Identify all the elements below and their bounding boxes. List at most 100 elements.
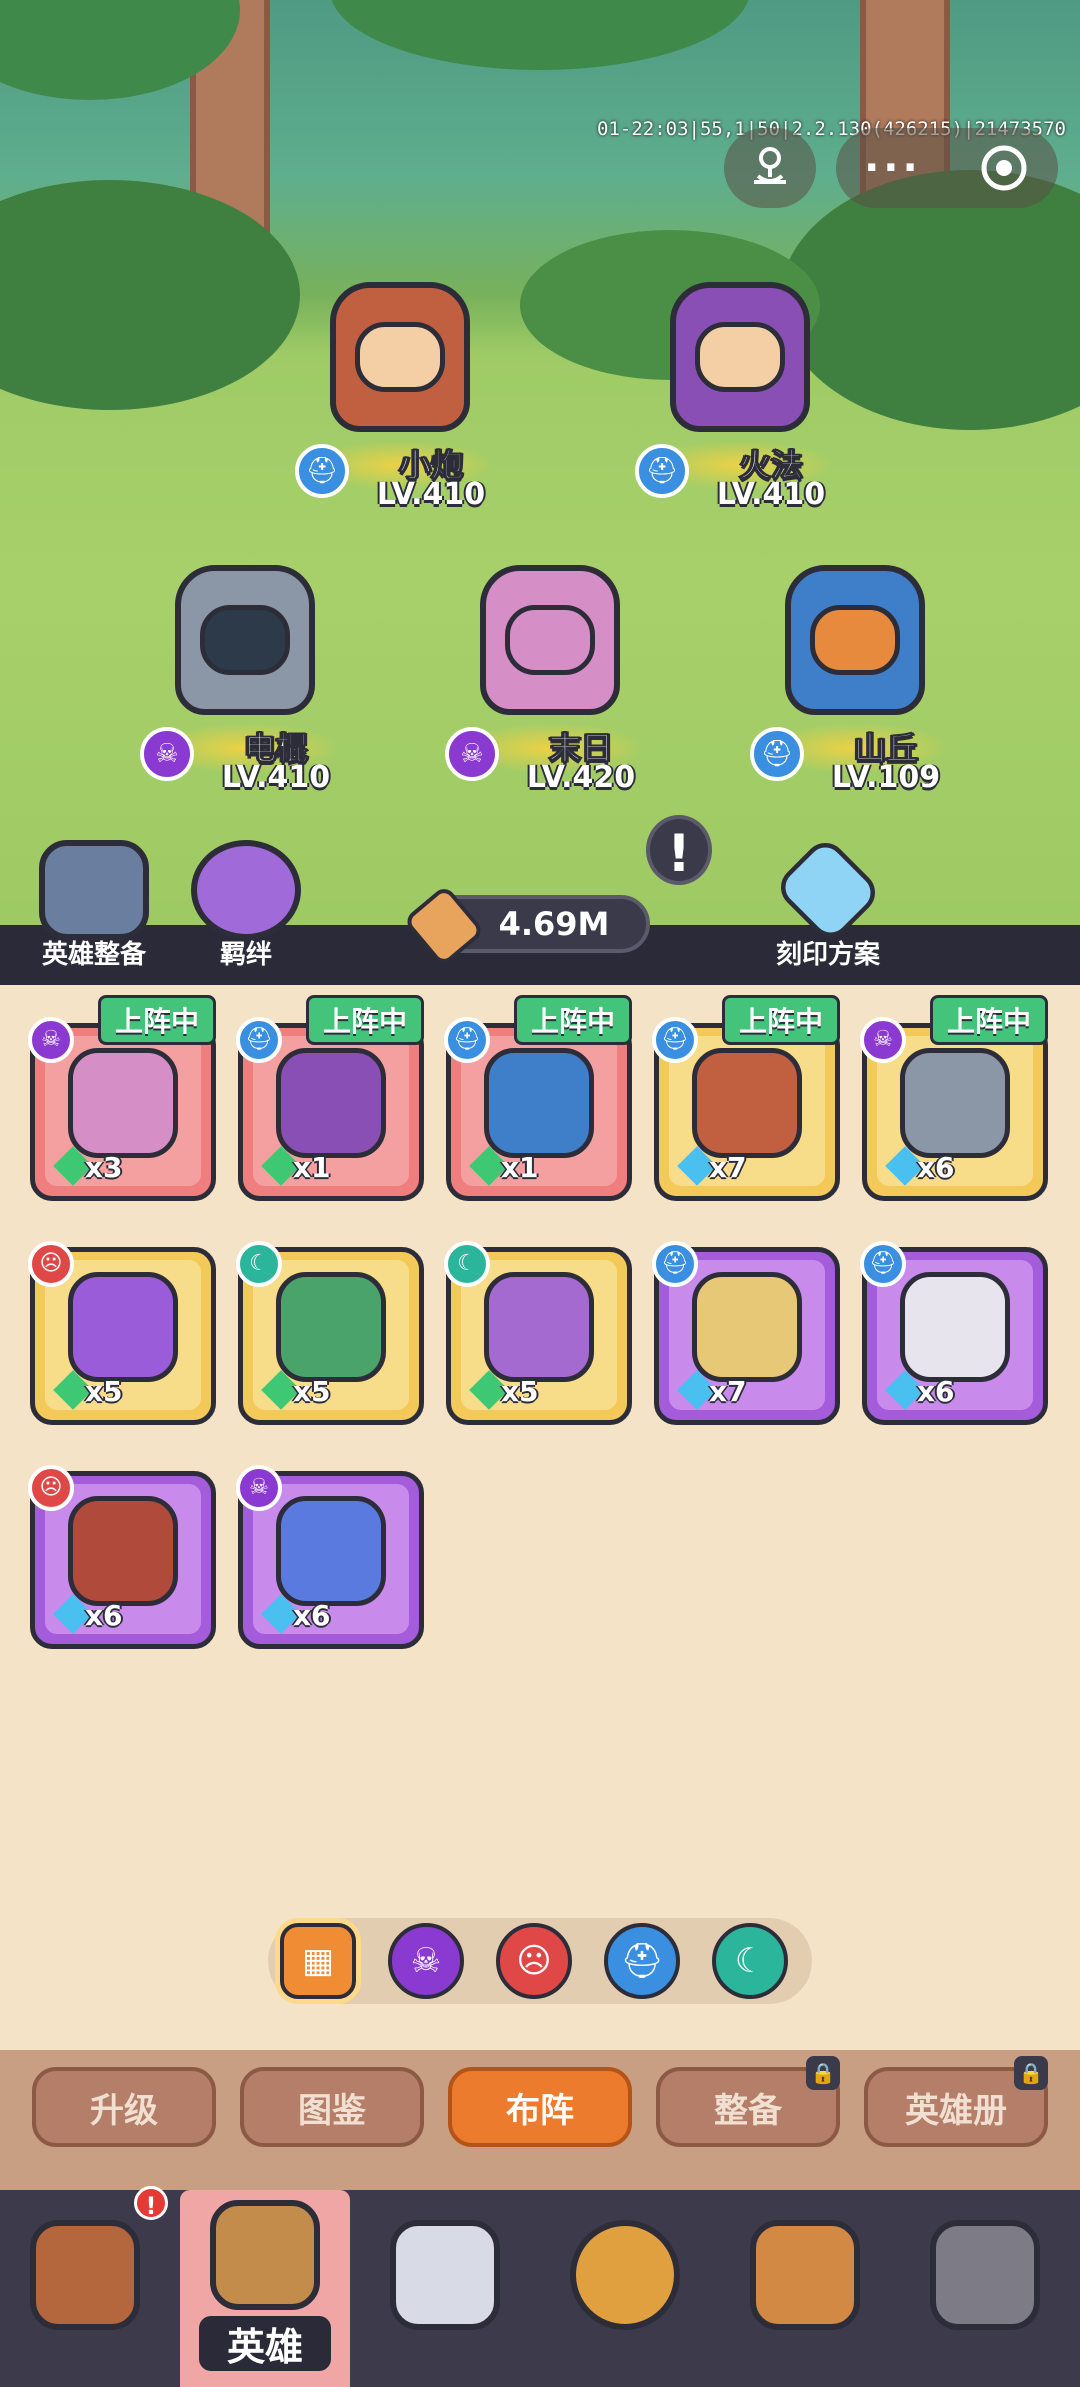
hero-equip-label: 英雄整备 [41, 940, 146, 970]
power-value: 4.69M [498, 905, 610, 943]
hero-level: LV.410 [221, 760, 331, 795]
crown-shield-icon [30, 2220, 140, 2330]
hero-portrait [692, 1048, 802, 1158]
lineup-hero-4[interactable]: ☠ 末日 LV.420 [435, 545, 665, 805]
tab-2[interactable]: 布阵 [448, 2067, 632, 2147]
hero-portrait [900, 1048, 1010, 1158]
deployed-tag: 上阵中 [721, 995, 840, 1045]
hero-portrait [276, 1272, 386, 1382]
deployed-tag: 上阵中 [929, 995, 1048, 1045]
hero-face [695, 322, 785, 392]
crystal-icon [772, 834, 884, 946]
notification-badge: ! [134, 2186, 168, 2220]
hero-portrait [68, 1048, 178, 1158]
deployed-tag: 上阵中 [305, 995, 424, 1045]
hero-portrait [484, 1272, 594, 1382]
hero-level: LV.109 [831, 760, 941, 795]
leaves [330, 0, 750, 70]
hero-face [505, 605, 595, 675]
hero-level: LV.410 [376, 477, 486, 512]
helmet-icon[interactable]: ⛑ [604, 1923, 680, 1999]
nav-gacha[interactable] [540, 2210, 710, 2380]
bond-button[interactable]: 羁绊 [166, 840, 326, 985]
hero-portrait [692, 1272, 802, 1382]
nav-locked[interactable] [900, 2210, 1070, 2380]
skull-icon: ☠ [860, 1017, 906, 1063]
bottom-nav: 英雄 [0, 2190, 1080, 2387]
hero-card[interactable]: x3 ☠ 上阵中 [28, 995, 216, 1205]
target-icon[interactable] [978, 142, 1030, 194]
hero-portrait [900, 1272, 1010, 1382]
tab-1[interactable]: 图鉴 [240, 2067, 424, 2147]
hero-card[interactable]: x5 ☹ [28, 1219, 216, 1429]
hero-count: x6 [917, 1151, 955, 1184]
battle-scene: 01-22:03|55,1|50|2.2.130(426215)|2147357… [0, 0, 1080, 985]
hero-count: x1 [501, 1151, 539, 1184]
hero-card[interactable]: x7 ⛑ 上阵中 [652, 995, 840, 1205]
nav-kingdom[interactable] [0, 2210, 170, 2380]
all-icon[interactable]: ▦ [280, 1923, 356, 1999]
more-dots-icon[interactable]: ··· [864, 148, 922, 188]
skull-icon: ☠ [140, 727, 194, 781]
hero-card[interactable]: x5 ☾ [444, 1219, 632, 1429]
hero-portrait [68, 1496, 178, 1606]
hero-face [200, 605, 290, 675]
hero-card[interactable]: x6 ⛑ [860, 1219, 1048, 1429]
lineup-hero-3[interactable]: ☠ 电棍 LV.410 [130, 545, 360, 805]
star-icon [191, 840, 301, 940]
hero-count: x6 [917, 1375, 955, 1408]
skull-icon[interactable]: ☠ [388, 1923, 464, 1999]
hero-card[interactable]: x5 ☾ [236, 1219, 424, 1429]
skull-icon: ☠ [28, 1017, 74, 1063]
hero-count: x6 [85, 1599, 123, 1632]
alert-icon[interactable]: ! [646, 815, 712, 885]
hero-equip-button[interactable]: 英雄整备 [14, 840, 174, 985]
rage-icon: ☹ [28, 1465, 74, 1511]
class-filter-bar: ▦ ☠ ☹ ⛑ ☾ [268, 1918, 812, 2004]
helmet-icon: ⛑ [652, 1017, 698, 1063]
shield-sword-icon [39, 840, 149, 940]
hero-count: x6 [293, 1599, 331, 1632]
rage-icon[interactable]: ☹ [496, 1923, 572, 1999]
lineup-hero-2[interactable]: ⛑ 火法 LV.410 [625, 262, 855, 522]
hero-card[interactable]: x6 ☠ [236, 1443, 424, 1653]
helmet-icon: ⛑ [750, 727, 804, 781]
lineup-hero-1[interactable]: ⛑ 小炮 LV.410 [285, 262, 515, 522]
moon-icon[interactable]: ☾ [712, 1923, 788, 1999]
deployed-tag: 上阵中 [513, 995, 632, 1045]
hero-card[interactable]: x7 ⛑ [652, 1219, 840, 1429]
engrave-plan-button[interactable]: 刻印方案 [748, 834, 908, 985]
scroll-icon [750, 2220, 860, 2330]
rage-icon: ☹ [28, 1241, 74, 1287]
lock-icon: 🔒 [1014, 2056, 1048, 2090]
mini-program-button[interactable] [724, 128, 816, 208]
sub-tab-bar: 升级 图鉴 布阵 整备 🔒 英雄册 🔒 [0, 2050, 1080, 2190]
hero-portrait [276, 1496, 386, 1606]
helmet-icon: ⛑ [444, 1017, 490, 1063]
hero-level: LV.420 [526, 760, 636, 795]
hero-card[interactable]: x1 ⛑ 上阵中 [236, 995, 424, 1205]
tab-0[interactable]: 升级 [32, 2067, 216, 2147]
hero-count: x1 [293, 1151, 331, 1184]
hero-count: x7 [709, 1151, 747, 1184]
hero-card[interactable]: x6 ☠ 上阵中 [860, 995, 1048, 1205]
nav-scroll[interactable] [720, 2210, 890, 2380]
helmet-icon: ⛑ [635, 444, 689, 498]
bond-label: 羁绊 [219, 940, 272, 970]
lineup-hero-5[interactable]: ⛑ 山丘 LV.109 [740, 545, 970, 805]
helmet-icon: ⛑ [652, 1241, 698, 1287]
power-display: 4.69M [402, 884, 650, 968]
hero-level: LV.410 [716, 477, 826, 512]
hero-count: x5 [501, 1375, 539, 1408]
hero-portrait [276, 1048, 386, 1158]
hero-card[interactable]: x6 ☹ [28, 1443, 216, 1653]
nav-battle[interactable] [360, 2210, 530, 2380]
skull-icon: ☠ [236, 1465, 282, 1511]
nav-hero[interactable]: 英雄 [180, 2190, 350, 2387]
helmet-icon: ⛑ [295, 444, 349, 498]
lock-icon: 🔒 [806, 2056, 840, 2090]
crossed-swords-icon [390, 2220, 500, 2330]
hero-card[interactable]: x1 ⛑ 上阵中 [444, 995, 632, 1205]
engrave-plan-label: 刻印方案 [775, 940, 880, 970]
hero-count: x7 [709, 1375, 747, 1408]
